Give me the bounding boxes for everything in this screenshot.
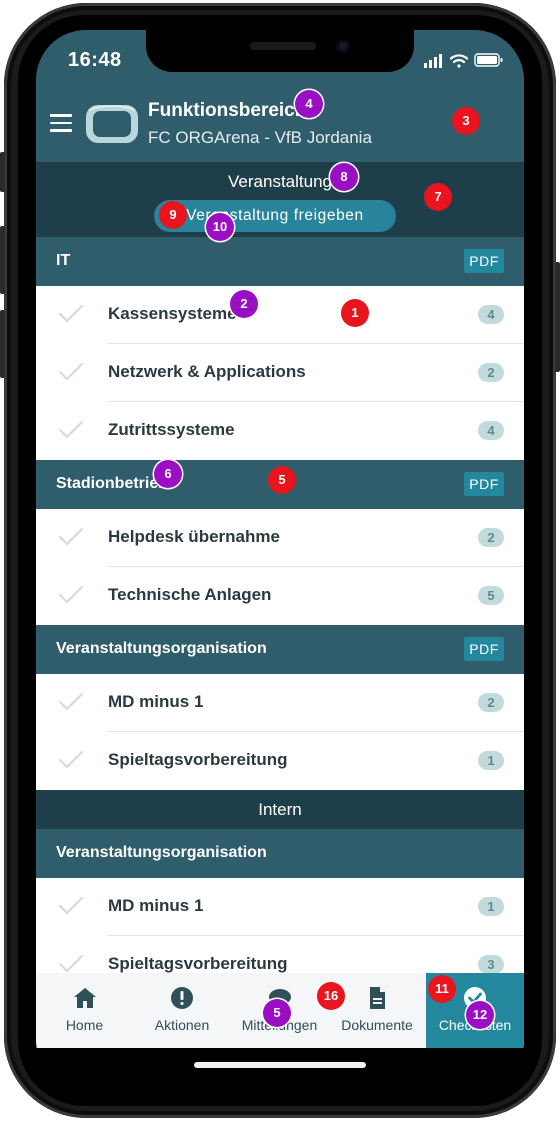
section-header: IT PDF	[36, 237, 524, 286]
app-logo	[86, 105, 138, 143]
checklist-item[interactable]: Helpdesk übernahme 2	[36, 509, 524, 567]
phone-screen: 16:48 Funktionsbereiche FC ORGArena - Vf…	[36, 30, 524, 1090]
section-title: Veranstaltungsorganisation	[56, 844, 267, 861]
checklist-item-label: Netzwerk & Applications	[108, 362, 306, 381]
checklist-item[interactable]: Spieltagsvorbereitung 1	[36, 732, 524, 790]
annotation-marker: 7	[424, 183, 452, 211]
document-icon	[370, 987, 385, 1009]
checklist-item-label: Spieltagsvorbereitung	[108, 750, 288, 769]
checkmark-icon[interactable]	[58, 895, 84, 917]
count-badge: 2	[478, 363, 504, 382]
section-title: IT	[56, 252, 71, 269]
home-indicator-area	[36, 1048, 524, 1090]
annotation-marker: 11	[428, 975, 456, 1003]
checkmark-icon[interactable]	[58, 749, 84, 771]
wifi-icon	[449, 54, 469, 68]
checklist-item-label: Spieltagsvorbereitung	[108, 954, 288, 973]
checklist-item[interactable]: Netzwerk & Applications 2	[36, 344, 524, 402]
section-header: Veranstaltungsorganisation	[36, 829, 524, 878]
checklist-item-label: Kassensysteme	[108, 304, 237, 323]
annotation-marker: 4	[295, 90, 323, 118]
nav-item-dokumente[interactable]: Dokumente	[328, 973, 426, 1048]
section-header: Veranstaltungsorganisation PDF	[36, 625, 524, 674]
nav-item-home[interactable]: Home	[36, 973, 133, 1048]
sections-container: IT PDF Kassensysteme 4 Netzwerk & Applicatio…	[36, 237, 524, 790]
section-title: Stadionbetrieb	[56, 475, 169, 492]
checkmark-icon[interactable]	[58, 361, 84, 383]
cellular-signal-icon	[424, 54, 442, 68]
page-title: Funktionsbereiche	[148, 100, 317, 121]
front-camera	[336, 39, 350, 53]
checkmark-icon[interactable]	[58, 584, 84, 606]
notch	[146, 30, 414, 72]
group-title-intern: Intern	[36, 790, 524, 829]
volume-up-button	[0, 226, 5, 294]
checklist-item[interactable]: Spieltagsvorbereitung 3	[36, 936, 524, 975]
section-title: Veranstaltungsorganisation	[56, 640, 267, 657]
annotation-marker: 8	[330, 163, 358, 191]
checklist-item-label: MD minus 1	[108, 692, 204, 711]
nav-item-aktionen[interactable]: Aktionen	[133, 973, 231, 1048]
power-button	[555, 262, 560, 372]
annotation-marker: 5	[263, 999, 291, 1027]
pdf-button[interactable]: PDF	[464, 249, 504, 273]
annotation-marker: 1	[341, 299, 369, 327]
checkmark-icon[interactable]	[58, 303, 84, 325]
checklist-item[interactable]: MD minus 1 2	[36, 674, 524, 732]
annotation-marker: 3	[452, 107, 480, 135]
checkmark-icon[interactable]	[58, 953, 84, 975]
battery-icon	[474, 53, 503, 67]
annotation-marker: 12	[466, 1001, 494, 1029]
hamburger-menu-icon[interactable]	[50, 114, 72, 134]
checklist-item[interactable]: MD minus 1 1	[36, 878, 524, 936]
checklist-item[interactable]: Kassensysteme 4	[36, 286, 524, 344]
annotation-marker: 16	[317, 982, 345, 1010]
checklist-item-label: Technische Anlagen	[108, 585, 272, 604]
pdf-button[interactable]: PDF	[464, 472, 504, 496]
checklist-item[interactable]: Zutrittssysteme 4	[36, 402, 524, 460]
volume-down-button	[0, 310, 5, 378]
checklist-item-label: Zutrittssysteme	[108, 420, 235, 439]
silent-switch	[0, 152, 5, 192]
checkmark-icon[interactable]	[58, 526, 84, 548]
alert-icon	[171, 987, 193, 1009]
count-badge: 1	[478, 897, 504, 916]
nav-label: Aktionen	[154, 1017, 210, 1033]
count-badge: 4	[478, 421, 504, 440]
checkmark-icon[interactable]	[58, 691, 84, 713]
annotation-marker: 6	[154, 460, 182, 488]
status-time: 16:48	[68, 49, 122, 71]
home-indicator[interactable]	[194, 1062, 366, 1068]
page-subtitle: FC ORGArena - VfB Jordania	[148, 128, 372, 147]
speaker-grille	[250, 42, 316, 50]
checklist-item-label: Helpdesk übernahme	[108, 527, 280, 546]
annotation-marker: 9	[159, 201, 187, 229]
count-badge: 1	[478, 751, 504, 770]
count-badge: 5	[478, 586, 504, 605]
annotation-marker: 5	[268, 466, 296, 494]
annotation-marker: 10	[206, 213, 234, 241]
annotation-marker: 2	[230, 290, 258, 318]
nav-label: Dokumente	[341, 1017, 413, 1033]
count-badge: 2	[478, 693, 504, 712]
checkmark-icon[interactable]	[58, 419, 84, 441]
release-event-button[interactable]: Veranstaltung freigeben	[154, 200, 396, 232]
checklist-item[interactable]: Technische Anlagen 5	[36, 567, 524, 625]
app-header: Funktionsbereiche FC ORGArena - VfB Jord…	[36, 90, 524, 162]
count-badge: 2	[478, 528, 504, 547]
checklist-list[interactable]: IT PDF Kassensysteme 4 Netzwerk & Applicatio…	[36, 237, 524, 975]
pdf-button[interactable]: PDF	[464, 637, 504, 661]
count-badge: 3	[478, 955, 504, 974]
nav-label: Home	[65, 1017, 104, 1033]
status-icons	[424, 53, 503, 68]
event-title: Veranstaltung	[228, 172, 332, 191]
count-badge: 4	[478, 305, 504, 324]
checklist-item-label: MD minus 1	[108, 896, 204, 915]
intern-sections-container: Veranstaltungsorganisation MD minus 1 1 Spi…	[36, 829, 524, 975]
home-icon	[73, 988, 96, 1008]
